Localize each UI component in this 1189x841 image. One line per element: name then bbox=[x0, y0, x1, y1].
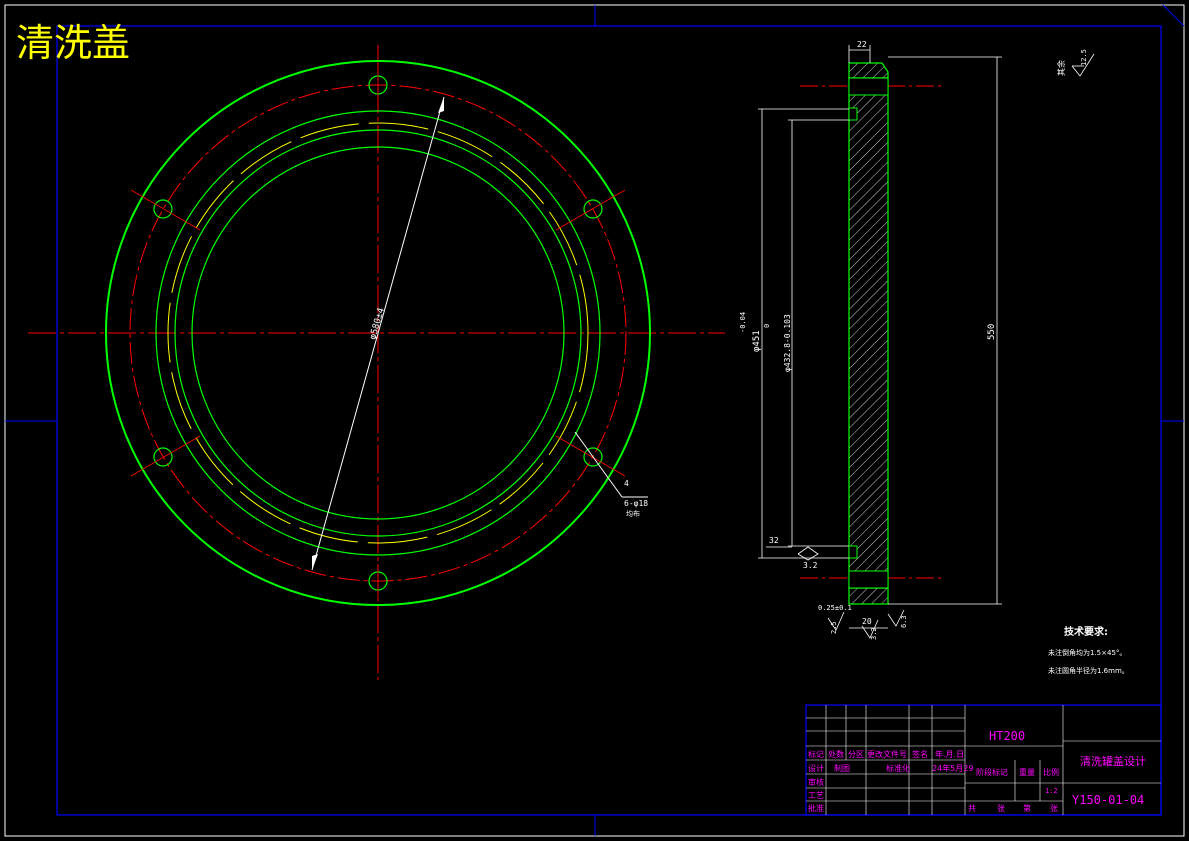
hole-label-1: 4 bbox=[624, 479, 629, 488]
hole-label-2: 6-φ18 bbox=[624, 499, 648, 508]
tb-ratio-label: 比例 bbox=[1043, 767, 1059, 777]
diameter-arrow-bottom bbox=[312, 554, 318, 570]
tb-date-value: 24年5月29 bbox=[932, 763, 973, 773]
tb-material: HT200 bbox=[989, 729, 1025, 743]
tb-drawing-no: Y150-01-04 bbox=[1072, 793, 1144, 807]
side-view: 22 φ451 -0.04 0 φ432.8-0.103 550 32 3.2 … bbox=[739, 40, 1002, 640]
bottom-dim-2: 20 bbox=[862, 617, 872, 626]
bolt-hole-upper-left bbox=[130, 189, 201, 231]
tb-header-4: 签名 bbox=[912, 749, 928, 759]
rough-small-1: 2.5 bbox=[830, 621, 838, 634]
front-view: φ580±4 4 6-φ18 均布 bbox=[28, 45, 725, 680]
rough-bottom-left-label-2: 3.2 bbox=[803, 561, 818, 570]
tb-total-label: 共 bbox=[968, 804, 976, 813]
bolt-hole-section-top bbox=[848, 77, 889, 96]
bolt-hole-section-bottom bbox=[848, 570, 889, 589]
drawing-canvas: 清洗盖 φ580±4 4 6-φ18 均布 22 φ451 -0.04 0 φ4… bbox=[4, 4, 1185, 837]
rough-small-2: 3.2 bbox=[870, 627, 878, 640]
hole-label-3: 均布 bbox=[626, 509, 640, 518]
title-block: 标记 处数 分区 更改文件号 签名 年.月.日 设计 制图 标准化 24年5月2… bbox=[805, 704, 1162, 816]
dim451-label: φ451 bbox=[752, 330, 762, 352]
tb-page-label: 第 bbox=[1023, 803, 1031, 813]
tech-req-line2: 未注圆角半径为1.6mm。 bbox=[1048, 666, 1129, 675]
tb-part-name: 清洗罐盖设计 bbox=[1080, 754, 1146, 768]
tb-stage-label: 阶段标记 bbox=[976, 767, 1008, 777]
tb-header-3: 更改文件号 bbox=[867, 749, 907, 759]
hole-leader bbox=[574, 431, 623, 498]
roughness-note: 其余 12.5 bbox=[1056, 49, 1095, 77]
diameter-arrow-top bbox=[438, 97, 444, 113]
top-dim-label: 22 bbox=[857, 40, 867, 49]
step-recess-top bbox=[848, 107, 858, 121]
drawing-title: 清洗盖 bbox=[16, 21, 130, 65]
tb-process-label: 工艺 bbox=[808, 791, 824, 800]
tb-page-label2: 张 bbox=[1050, 804, 1058, 813]
dim451-tol-b: 0 bbox=[763, 324, 771, 328]
section-top-flange bbox=[848, 62, 889, 79]
dim451-tol: -0.04 bbox=[739, 312, 747, 333]
dim550-label: 550 bbox=[987, 324, 997, 340]
outer-frame bbox=[4, 4, 1185, 837]
tb-check-label: 审核 bbox=[808, 777, 824, 787]
inner-frame bbox=[56, 25, 1162, 816]
tb-design-label: 设计 bbox=[808, 763, 824, 773]
tb-scale: 1:2 bbox=[1045, 787, 1058, 795]
step-recess-bottom bbox=[848, 545, 858, 559]
tb-header-2: 分区 bbox=[848, 750, 864, 759]
section-body bbox=[848, 77, 889, 589]
tb-header-5: 年.月.日 bbox=[935, 749, 964, 759]
roughness-note-value: 12.5 bbox=[1080, 49, 1088, 66]
bolt-hole-upper-right bbox=[555, 189, 626, 231]
rough-bottom-left-label: 32 bbox=[769, 536, 779, 545]
bottom-dim-1: 0.25±0.1 bbox=[818, 604, 852, 612]
tb-standardize-label: 标准化 bbox=[886, 763, 910, 773]
bolt-hole-lower-right bbox=[555, 435, 626, 477]
bolt-hole-lower-left bbox=[130, 435, 201, 477]
tb-approve-label: 批准 bbox=[808, 803, 824, 813]
frame-corner-mark bbox=[1162, 4, 1185, 27]
tech-req-title: 技术要求: bbox=[1064, 625, 1108, 638]
tb-header-1: 处数 bbox=[828, 749, 844, 759]
section-bottom-flange bbox=[848, 587, 889, 605]
tb-header-0: 标记 bbox=[808, 749, 824, 759]
tb-draw-label: 制图 bbox=[834, 763, 850, 773]
rough-small-3: 6.3 bbox=[900, 615, 908, 628]
roughness-note-label: 其余 bbox=[1056, 60, 1066, 76]
tb-weight-label: 重量 bbox=[1019, 767, 1035, 777]
tech-requirements: 技术要求: 未注倒角均为1.5×45°。 未注圆角半径为1.6mm。 bbox=[1048, 625, 1129, 675]
dim432-label: φ432.8-0.103 bbox=[783, 314, 792, 372]
tb-sheet-label: 张 bbox=[997, 804, 1005, 813]
tech-req-line1: 未注倒角均为1.5×45°。 bbox=[1048, 648, 1126, 657]
diameter-label: φ580±4 bbox=[368, 307, 387, 341]
